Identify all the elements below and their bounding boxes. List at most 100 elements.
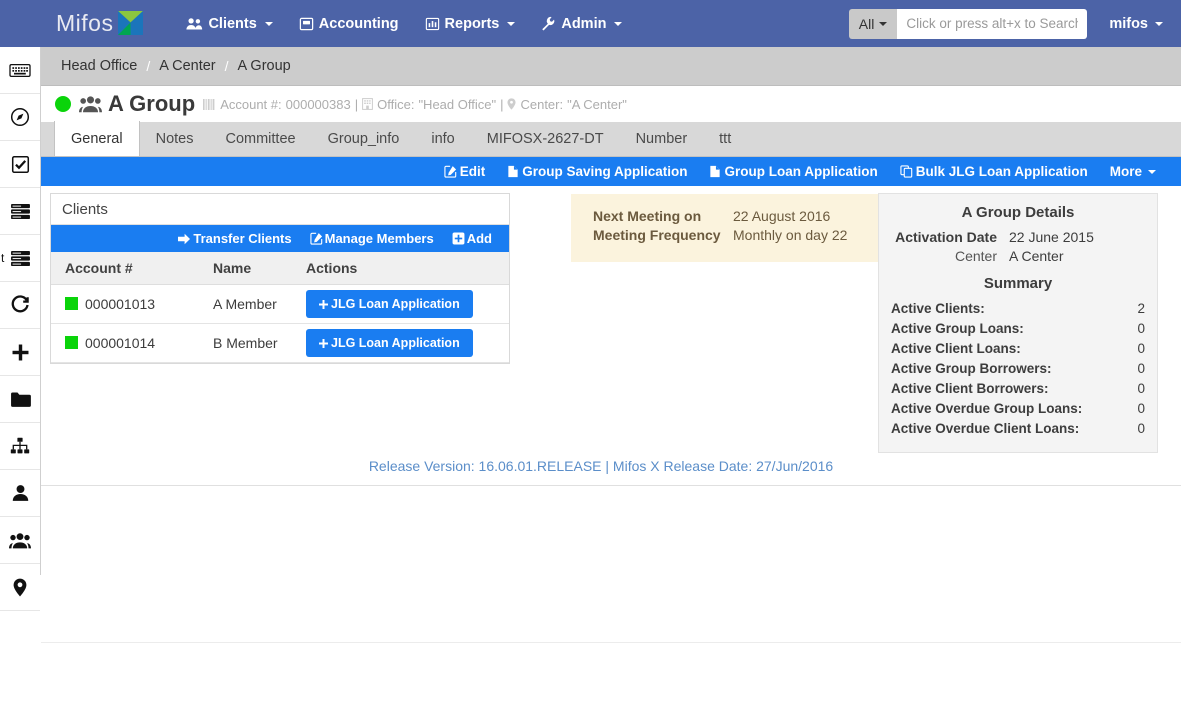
map-marker-icon — [507, 98, 517, 110]
nav-item-clients-label: Clients — [208, 15, 257, 32]
main-content-area: Head Office / A Center / A Group A Group… — [41, 47, 1181, 714]
file-icon — [508, 165, 518, 178]
group-loan-application-button[interactable]: Group Loan Application — [698, 164, 888, 179]
tab-mifosx-2627-dt[interactable]: MIFOSX-2627-DT — [471, 121, 620, 156]
search-scope-dropdown[interactable]: All — [848, 8, 898, 39]
group-icon — [79, 96, 102, 113]
file-icon — [710, 165, 721, 178]
release-version-text: Release Version: 16.06.01.RELEASE | Mifo… — [368, 458, 834, 474]
left-sidebar: t — [0, 47, 41, 611]
sidebar-item-products[interactable] — [0, 376, 40, 423]
nav-item-clients[interactable]: Clients — [173, 0, 285, 47]
tab-notes[interactable]: Notes — [140, 121, 210, 156]
edit-icon — [444, 165, 456, 178]
breadcrumb: Head Office / A Center / A Group — [41, 47, 1181, 86]
tab-ttt[interactable]: ttt — [703, 121, 747, 156]
nav-item-accounting[interactable]: Accounting — [286, 0, 412, 47]
tab-number[interactable]: Number — [620, 121, 704, 156]
brand-logo[interactable]: Mifos — [56, 10, 144, 37]
copy-icon — [900, 165, 912, 178]
user-menu[interactable]: mifos — [1109, 16, 1163, 32]
server-text-icon — [10, 250, 30, 266]
summary-value: 0 — [1137, 361, 1145, 376]
summary-value: 0 — [1137, 341, 1145, 356]
sidebar-item-journal-entries[interactable]: t — [0, 235, 40, 282]
plus-icon — [319, 338, 328, 348]
client-actions-cell: JLG Loan Application — [306, 323, 509, 363]
bulk-jlg-loan-application-button[interactable]: Bulk JLG Loan Application — [889, 164, 1099, 179]
column-header-account: Account # — [51, 252, 213, 285]
group-loan-application-label: Group Loan Application — [724, 164, 878, 179]
nav-item-reports[interactable]: Reports — [412, 0, 529, 47]
sidebar-item-journal-entries-badge: t — [1, 251, 5, 265]
transfer-clients-button[interactable]: Transfer Clients — [168, 231, 300, 246]
user-icon — [12, 485, 28, 501]
next-meeting-value: 22 August 2016 — [733, 208, 831, 224]
search-input[interactable] — [897, 8, 1088, 39]
summary-row-active-client-loans: Active Client Loans: 0 — [891, 340, 1145, 357]
edit-button[interactable]: Edit — [433, 164, 497, 179]
manage-members-button[interactable]: Manage Members — [301, 231, 443, 246]
sidebar-item-add[interactable] — [0, 329, 40, 376]
activation-date-row: Activation Date 22 June 2015 — [891, 229, 1145, 245]
compass-icon — [10, 107, 30, 127]
breadcrumb-item-a-center[interactable]: A Center — [159, 58, 215, 74]
add-client-button[interactable]: Add — [443, 231, 501, 246]
sidebar-item-centers[interactable] — [0, 564, 40, 611]
tab-group-info[interactable]: Group_info — [312, 121, 416, 156]
breadcrumb-separator: / — [224, 58, 229, 74]
wrench-icon — [542, 16, 555, 31]
jlg-loan-application-button[interactable]: JLG Loan Application — [306, 290, 473, 318]
add-client-label: Add — [466, 231, 492, 246]
sidebar-item-groups[interactable] — [0, 517, 40, 564]
check-square-icon — [11, 155, 29, 173]
sidebar-item-user[interactable] — [0, 470, 40, 517]
summary-title: Summary — [983, 275, 1053, 292]
breadcrumb-item-a-group[interactable]: A Group — [238, 58, 291, 74]
tab-committee[interactable]: Committee — [209, 121, 311, 156]
client-name-cell: B Member — [213, 323, 306, 363]
office-value: "Head Office" — [418, 96, 497, 112]
sidebar-item-frequent-postings[interactable] — [0, 188, 40, 235]
summary-label: Active Clients: — [891, 301, 985, 316]
jlg-loan-application-button[interactable]: JLG Loan Application — [306, 329, 473, 357]
center-label: Center: — [520, 96, 564, 112]
breadcrumb-item-head-office[interactable]: Head Office — [61, 58, 137, 74]
clients-table: Account # Name Actions 000001013 A Membe… — [51, 252, 509, 363]
chevron-down-icon — [507, 21, 516, 26]
nav-item-accounting-label: Accounting — [318, 15, 399, 32]
sidebar-item-refresh[interactable] — [0, 282, 40, 329]
tab-info[interactable]: info — [415, 121, 470, 156]
barcode-icon — [203, 98, 215, 110]
bottom-divider — [41, 642, 1181, 643]
nav-item-admin[interactable]: Admin — [528, 0, 635, 47]
users-icon — [9, 532, 31, 548]
client-status-square — [65, 336, 78, 349]
group-saving-application-button[interactable]: Group Saving Application — [496, 164, 698, 179]
more-dropdown[interactable]: More — [1099, 164, 1167, 179]
sidebar-item-tasks[interactable] — [0, 141, 40, 188]
table-row[interactable]: 000001014 B Member JLG Loan Application — [51, 323, 509, 363]
sidebar-item-organization[interactable] — [0, 423, 40, 470]
edit-button-label: Edit — [459, 164, 486, 179]
activation-date-value: 22 June 2015 — [1009, 229, 1094, 245]
meeting-frequency-label: Meeting Frequency — [593, 227, 721, 243]
table-row[interactable]: 000001013 A Member JLG Loan Application — [51, 284, 509, 324]
client-status-square — [65, 297, 78, 310]
search-scope-label: All — [858, 15, 875, 32]
manage-members-label: Manage Members — [324, 231, 434, 246]
office-label: Office: — [377, 96, 415, 112]
summary-value: 0 — [1137, 321, 1145, 336]
tab-general[interactable]: General — [54, 121, 140, 156]
summary-value: 0 — [1137, 421, 1145, 436]
center-value: "A Center" — [567, 96, 627, 112]
sidebar-item-keyboard[interactable] — [0, 47, 40, 94]
meeting-frequency-row: Meeting Frequency Monthly on day 22 — [593, 227, 880, 243]
jlg-loan-application-label: JLG Loan Application — [331, 336, 460, 350]
summary-row-active-clients: Active Clients: 2 — [891, 300, 1145, 317]
client-name-cell: A Member — [213, 284, 306, 324]
refresh-icon — [11, 295, 29, 313]
sidebar-item-navigation[interactable] — [0, 94, 40, 141]
users-icon — [186, 17, 203, 30]
bar-chart-icon — [425, 17, 439, 30]
